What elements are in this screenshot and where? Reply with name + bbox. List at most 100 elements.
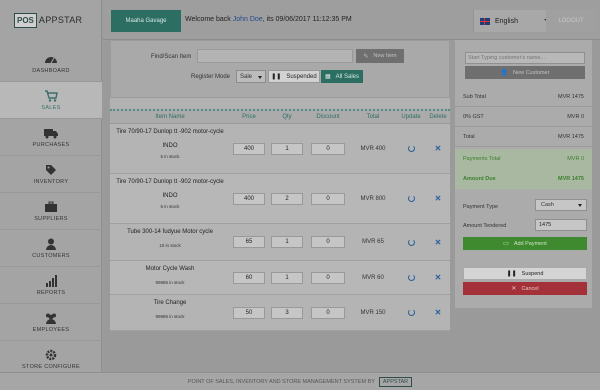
item-cell: Tire Change 99886 in stock — [110, 295, 230, 330]
line-total: MVR 65 — [362, 239, 384, 245]
column-header: Price — [242, 114, 256, 120]
qty-input[interactable]: 1 — [271, 142, 303, 155]
amount-tendered-label: Amount Tendered — [463, 223, 507, 229]
delete-icon[interactable]: ✕ — [435, 273, 442, 282]
welcome-message: Welcome back John Doe, its 09/06/2017 11… — [185, 16, 352, 23]
user-name-link[interactable]: John Doe — [233, 16, 263, 23]
suspended-label: Suspended — [286, 73, 317, 80]
delete-cell: ✕ — [426, 224, 450, 260]
uk-flag-icon — [480, 17, 490, 25]
truck-icon — [44, 128, 58, 138]
table-row: Tire 70/90-17 Dunlop tt -902 motor-cycle… — [110, 124, 450, 174]
sidebar-item-purchases[interactable]: PURCHASES — [0, 119, 102, 156]
item-cell: Motor Cycle Wash 99885 in stock — [110, 261, 230, 294]
price-cell: 50 — [230, 295, 268, 330]
item-stock: 99885 in stock — [155, 280, 185, 285]
delete-icon[interactable]: ✕ — [435, 144, 442, 153]
footer-brand-link[interactable]: APPSTAR — [378, 376, 413, 387]
add-payment-button[interactable]: ▭ Add Payment — [463, 237, 587, 250]
credit-card-icon: ▭ — [503, 241, 509, 247]
sidebar-item-label: SUPPLIERS — [34, 215, 68, 222]
discount-input[interactable]: 0 — [311, 236, 345, 248]
line-total: MVR 800 — [360, 195, 386, 202]
new-customer-button[interactable]: 👤 New Customer — [465, 66, 585, 79]
refresh-icon[interactable] — [407, 238, 415, 246]
refresh-icon[interactable] — [407, 195, 415, 202]
suspended-button[interactable]: ❚❚ Suspended — [268, 70, 320, 83]
discount-input[interactable]: 0 — [311, 192, 345, 205]
qty-cell: 3 — [268, 295, 306, 330]
sub-total-row: Sub Total MVR 1475 — [455, 87, 592, 107]
refresh-icon[interactable] — [407, 309, 415, 316]
user-plus-icon: 👤 — [500, 70, 509, 76]
price-cell: 60 — [230, 261, 268, 294]
discount-input[interactable]: 0 — [311, 306, 345, 319]
total-value: MVR 1475 — [558, 133, 584, 140]
gst-row: 0% GST MVR 0 — [455, 107, 592, 127]
total-label: Total — [463, 133, 475, 140]
table-row: Motor Cycle Wash 99885 in stock 60 1 0 M… — [110, 261, 450, 295]
users-icon — [46, 313, 56, 324]
suspend-button[interactable]: ❚❚ Suspend — [463, 267, 587, 280]
sidebar: POS APPSTAR DASHBOARD SALES PURCHASES IN… — [0, 0, 102, 378]
sub-total-value: MVR 1475 — [558, 93, 584, 100]
table-header: Item Name Price Qty Discount Total Updat… — [110, 109, 450, 124]
language-dropdown[interactable]: English — [473, 10, 557, 32]
sidebar-item-inventory[interactable]: INVENTORY — [0, 156, 102, 193]
price-input[interactable]: 65 — [233, 236, 265, 248]
all-sales-button[interactable]: ▦ All Sales — [321, 70, 363, 83]
customer-search-input[interactable] — [465, 52, 585, 64]
sidebar-item-dashboard[interactable]: DASHBOARD — [0, 45, 102, 82]
sidebar-item-suppliers[interactable]: SUPPLIERS — [0, 193, 102, 230]
qty-input[interactable]: 1 — [271, 236, 303, 248]
qty-input[interactable]: 1 — [271, 271, 303, 284]
qty-cell: 1 — [268, 124, 306, 173]
refresh-icon[interactable] — [407, 274, 415, 281]
qty-cell: 1 — [268, 224, 306, 260]
line-total: MVR 400 — [360, 145, 386, 152]
delete-icon[interactable]: ✕ — [435, 308, 442, 317]
price-input[interactable]: 60 — [233, 271, 265, 284]
qty-input[interactable]: 3 — [271, 306, 303, 319]
delete-icon[interactable]: ✕ — [435, 194, 442, 203]
discount-cell: 0 — [306, 295, 350, 330]
qty-cell: 2 — [268, 174, 306, 223]
column-header: Qty — [282, 114, 292, 120]
shop-name[interactable]: Maaha Gavage — [111, 10, 181, 32]
item-stock: 5 in stock — [160, 154, 180, 159]
sidebar-item-sales[interactable]: SALES — [0, 82, 102, 119]
delete-cell: ✕ — [426, 261, 450, 294]
amount-due-label: Amount Due — [463, 176, 496, 182]
discount-input[interactable]: 0 — [311, 271, 345, 284]
discount-input[interactable]: 0 — [311, 142, 345, 155]
amount-tendered-input[interactable] — [535, 219, 587, 231]
cancel-button[interactable]: ✕ Cancel — [463, 282, 587, 295]
sidebar-item-employees[interactable]: EMPLOYEES — [0, 304, 102, 341]
qty-input[interactable]: 2 — [271, 192, 303, 205]
item-stock: 5 in stock — [160, 204, 180, 209]
new-customer-label: New Customer — [513, 69, 550, 76]
all-sales-label: All Sales — [335, 73, 359, 80]
delete-icon[interactable]: ✕ — [435, 238, 442, 247]
sidebar-item-reports[interactable]: REPORTS — [0, 267, 102, 304]
gst-value: MVR 0 — [567, 113, 584, 120]
refresh-icon[interactable] — [407, 145, 415, 152]
suspend-label: Suspend — [521, 270, 544, 277]
price-input[interactable]: 400 — [233, 192, 265, 205]
price-input[interactable]: 50 — [233, 306, 265, 319]
discount-cell: 0 — [306, 261, 350, 294]
payment-type-select[interactable]: Cash — [535, 199, 587, 211]
find-scan-input[interactable] — [197, 49, 353, 63]
amount-due-row: Amount Due MVR 1475 — [455, 169, 592, 189]
logo[interactable]: POS APPSTAR — [14, 12, 82, 28]
delete-cell: ✕ — [426, 124, 450, 173]
register-mode-select[interactable]: Sale — [236, 70, 266, 83]
price-input[interactable]: 400 — [233, 142, 265, 155]
new-item-button[interactable]: ✎ New Item — [356, 49, 404, 63]
update-cell — [396, 174, 426, 223]
sidebar-item-label: CUSTOMERS — [32, 252, 70, 259]
logout-button[interactable]: LOGOUT — [546, 10, 596, 32]
user-icon — [46, 238, 56, 250]
sidebar-item-customers[interactable]: CUSTOMERS — [0, 230, 102, 267]
item-description: INDO — [162, 143, 178, 149]
